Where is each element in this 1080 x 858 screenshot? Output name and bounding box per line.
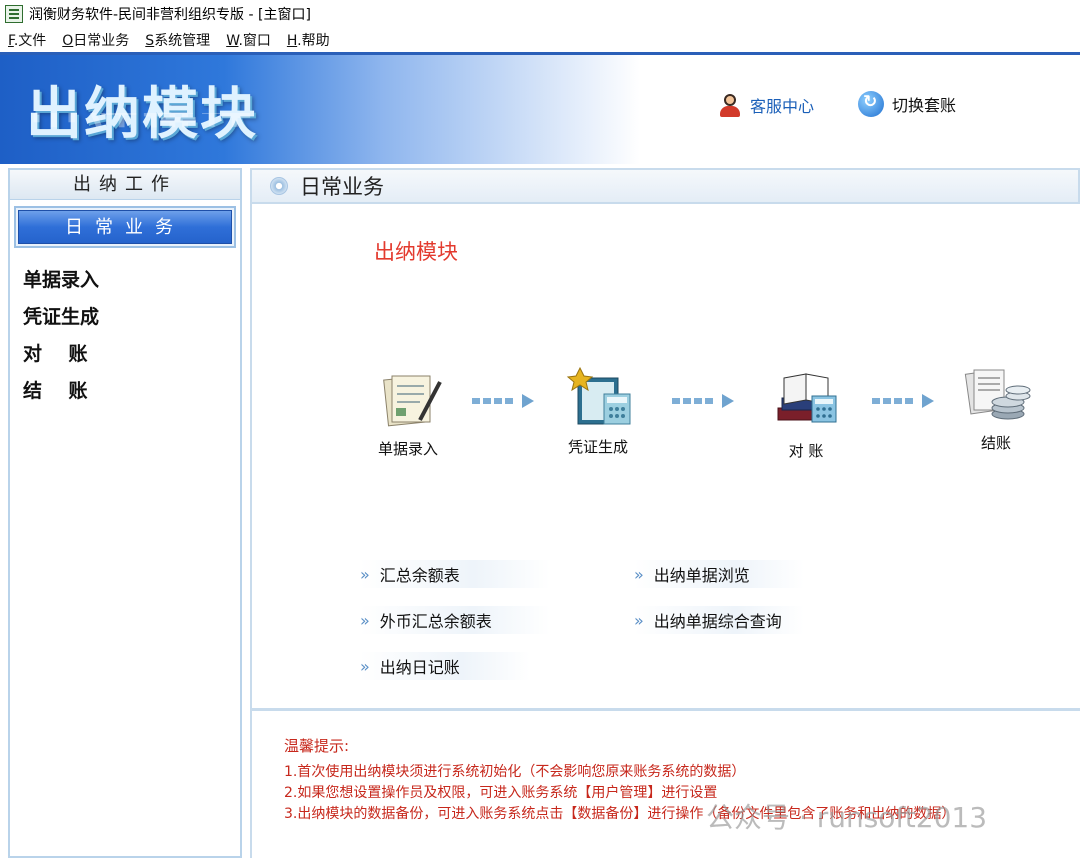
service-center-button[interactable]: 客服中心 [716,91,814,119]
sidebar-item-document-entry[interactable]: 单据录入 [23,262,240,299]
flow-arrow-1 [472,394,534,408]
switch-account-label: 切换套账 [892,96,957,115]
sidebar-item-reconciliation[interactable]: 对 账 [23,336,240,373]
sidebar-tab-daily-business[interactable]: 日常业务 [18,210,232,244]
flow-step-voucher-generation[interactable]: 凭证生成 [548,362,648,462]
window-title: 润衡财务软件-民间非营利组织专版 - [主窗口] [29,7,311,23]
link-cashier-document-browse[interactable]: » 出纳单据浏览 [634,560,804,588]
main-header: 日常业务 [250,168,1080,204]
tip-line-1: 1.首次使用出纳模块须进行系统初始化（不会影响您原来账务系统的数据） [284,764,746,780]
voucher-icon [566,366,631,425]
section-bullet-icon [270,177,288,195]
flow-step-label: 结账 [980,434,1011,452]
reconcile-icon [777,373,837,423]
module-title: 出纳模块 [374,240,458,264]
link-foreign-currency-summary[interactable]: » 外币汇总余额表 [360,606,550,634]
document-icon [383,375,442,427]
menu-window[interactable]: W.窗口 [226,30,271,50]
sidebar-item-list: 单据录入 凭证生成 对 账 结 账 [10,262,240,410]
link-summary-balance[interactable]: » 汇总余额表 [360,560,550,588]
link-cashier-document-query[interactable]: » 出纳单据综合查询 [634,606,804,634]
app-icon [5,5,23,23]
title-bar: 润衡财务软件-民间非营利组织专版 - [主窗口] [0,0,1080,28]
flow-step-reconciliation[interactable]: 对 账 [756,366,856,466]
sidebar-item-closing[interactable]: 结 账 [23,373,240,410]
sidebar: 出纳工作 日常业务 单据录入 凭证生成 对 账 结 账 [8,168,242,858]
chevron-right-icon: » [634,564,644,584]
refresh-icon [858,91,884,117]
switch-account-button[interactable]: 切换套账 [858,91,956,117]
main-content: 出纳模块 单据录入 凭证生成 对 账 结账 » 汇总余额表 » 出纳单据浏览 »… [250,204,1080,708]
menu-bar: F.文件 O日常业务 S系统管理 W.窗口 H.帮助 [0,28,1080,52]
sidebar-tab-frame: 日常业务 [14,206,236,248]
sidebar-item-voucher-generation[interactable]: 凭证生成 [23,299,240,336]
flow-arrow-2 [672,394,734,408]
banner-title-reflection: 出纳模块 [26,113,258,143]
link-cashier-journal[interactable]: » 出纳日记账 [360,652,530,680]
chevron-right-icon: » [360,564,370,584]
menu-system-management[interactable]: S系统管理 [145,30,210,50]
tips-title: 温馨提示: [284,737,350,755]
sidebar-header: 出纳工作 [10,170,240,200]
module-banner: 出纳模块 出纳模块 客服中心 切换套账 [0,52,1080,164]
menu-file[interactable]: F.文件 [8,30,46,50]
page-title: 日常业务 [300,175,384,199]
tip-line-2: 2.如果您想设置操作员及权限，可进入账务系统【用户管理】进行设置 [284,785,718,801]
customer-service-icon [716,91,744,119]
chevron-right-icon: » [360,656,370,676]
flow-step-label: 单据录入 [377,440,438,458]
chevron-right-icon: » [360,610,370,630]
menu-daily-business[interactable]: O日常业务 [62,30,129,50]
flow-arrow-3 [872,394,934,408]
chevron-right-icon: » [634,610,644,630]
flow-step-label: 对 账 [788,442,824,460]
menu-help[interactable]: H.帮助 [287,30,330,50]
flow-step-label: 凭证生成 [567,438,628,456]
flow-step-closing[interactable]: 结账 [946,358,1046,458]
close-books-icon [964,369,1031,420]
flow-step-document-entry[interactable]: 单据录入 [358,364,458,464]
service-center-label: 客服中心 [750,97,815,116]
watermark: 公众号 · runsoft2013 [706,801,988,834]
